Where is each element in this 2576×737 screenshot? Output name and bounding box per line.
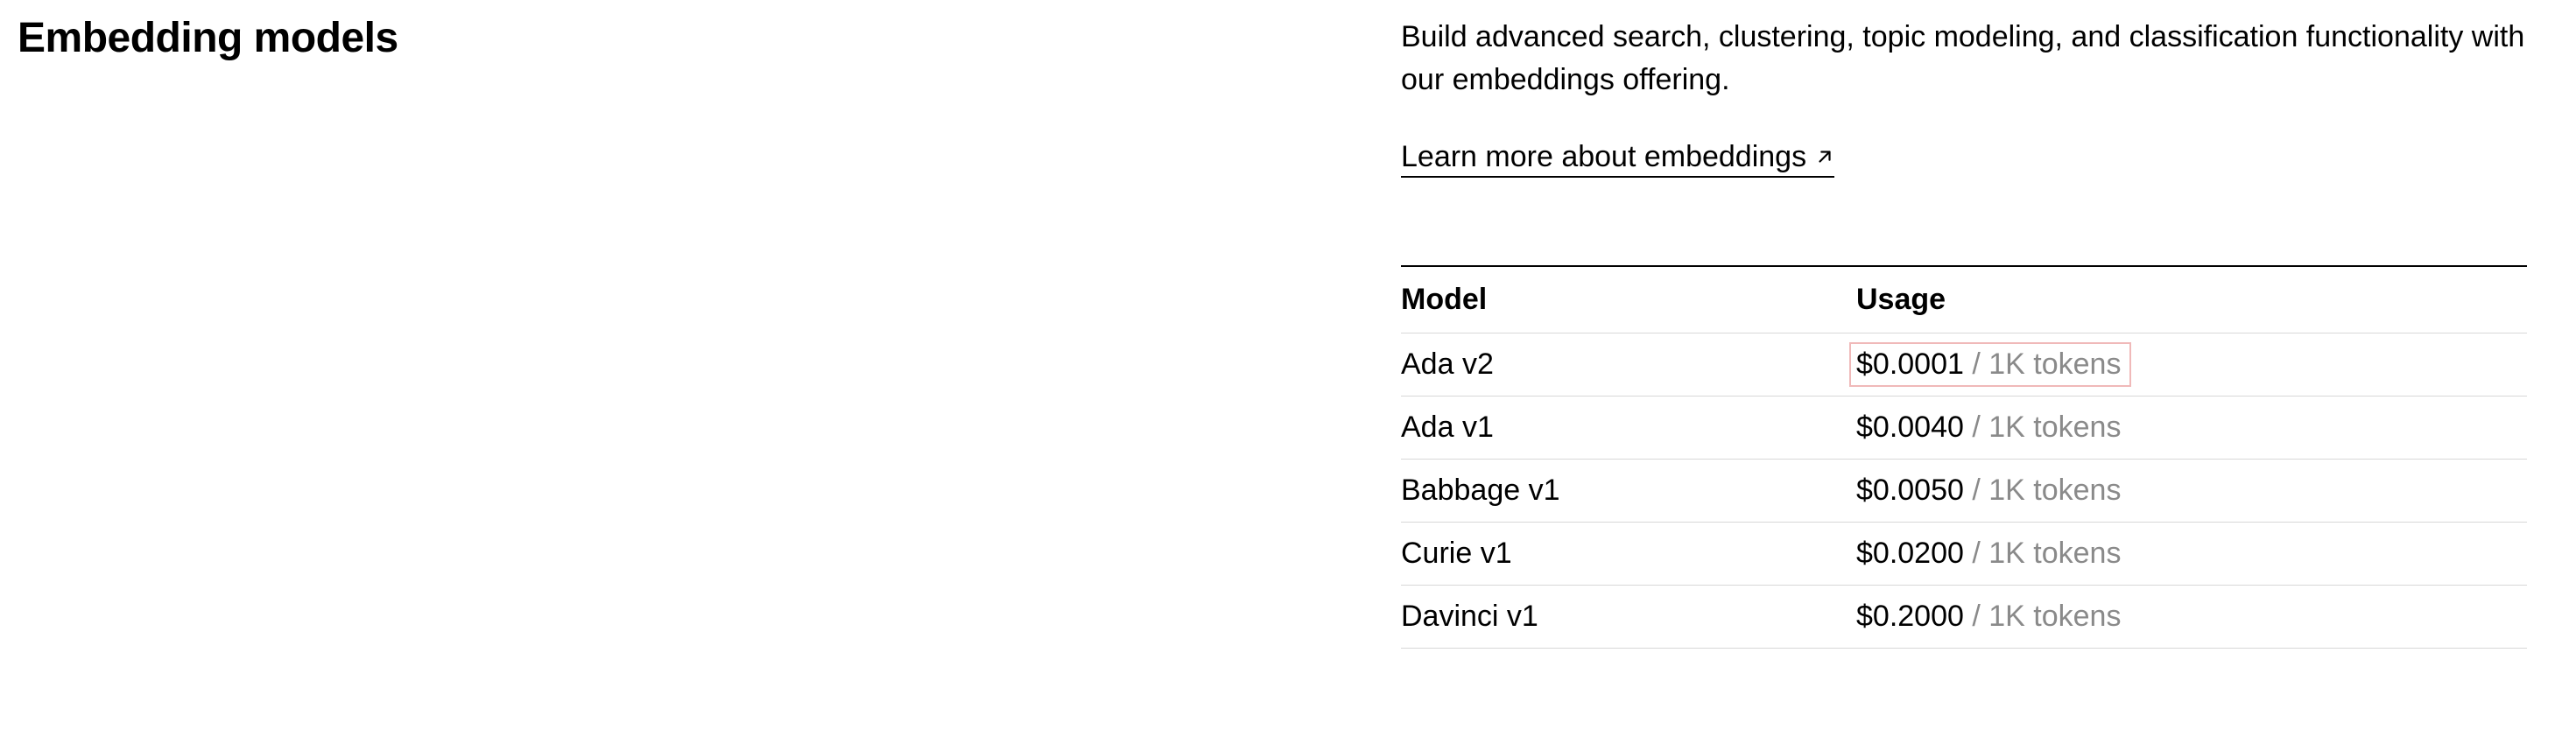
price-value: $0.0001	[1856, 347, 1964, 381]
price-value: $0.0200	[1856, 537, 1964, 570]
section-description: Build advanced search, clustering, topic…	[1401, 16, 2527, 102]
price-value: $0.0050	[1856, 474, 1964, 507]
price-unit: / 1K tokens	[1964, 600, 2122, 633]
usage-cell: $0.2000 / 1K tokens	[1856, 586, 2527, 649]
section-title: Embedding models	[18, 16, 1401, 62]
table-row: Curie v1$0.0200 / 1K tokens	[1401, 523, 2527, 586]
price-unit: / 1K tokens	[1964, 347, 2122, 381]
external-link-icon	[1815, 139, 1834, 175]
table-row: Babbage v1$0.0050 / 1K tokens	[1401, 460, 2527, 523]
model-cell: Davinci v1	[1401, 586, 1856, 649]
table-row: Ada v2$0.0001 / 1K tokens	[1401, 333, 2527, 397]
model-cell: Ada v2	[1401, 333, 1856, 397]
model-cell: Ada v1	[1401, 397, 1856, 460]
price-value: $0.0040	[1856, 411, 1964, 444]
learn-more-link[interactable]: Learn more about embeddings	[1401, 139, 1834, 179]
usage-cell: $0.0200 / 1K tokens	[1856, 523, 2527, 586]
table-header-row: Model Usage	[1401, 266, 2527, 333]
table-row: Davinci v1$0.2000 / 1K tokens	[1401, 586, 2527, 649]
price-unit: / 1K tokens	[1964, 537, 2122, 570]
col-usage-header: Usage	[1856, 266, 2527, 333]
pricing-table: Model Usage Ada v2$0.0001 / 1K tokensAda…	[1401, 265, 2527, 649]
price-value: $0.2000	[1856, 600, 1964, 633]
learn-more-label: Learn more about embeddings	[1401, 139, 1806, 175]
price-unit: / 1K tokens	[1964, 474, 2122, 507]
price-unit: / 1K tokens	[1964, 411, 2122, 444]
usage-cell: $0.0050 / 1K tokens	[1856, 460, 2527, 523]
usage-cell: $0.0040 / 1K tokens	[1856, 397, 2527, 460]
model-cell: Babbage v1	[1401, 460, 1856, 523]
table-row: Ada v1$0.0040 / 1K tokens	[1401, 397, 2527, 460]
model-cell: Curie v1	[1401, 523, 1856, 586]
col-model-header: Model	[1401, 266, 1856, 333]
usage-cell: $0.0001 / 1K tokens	[1856, 333, 2527, 397]
